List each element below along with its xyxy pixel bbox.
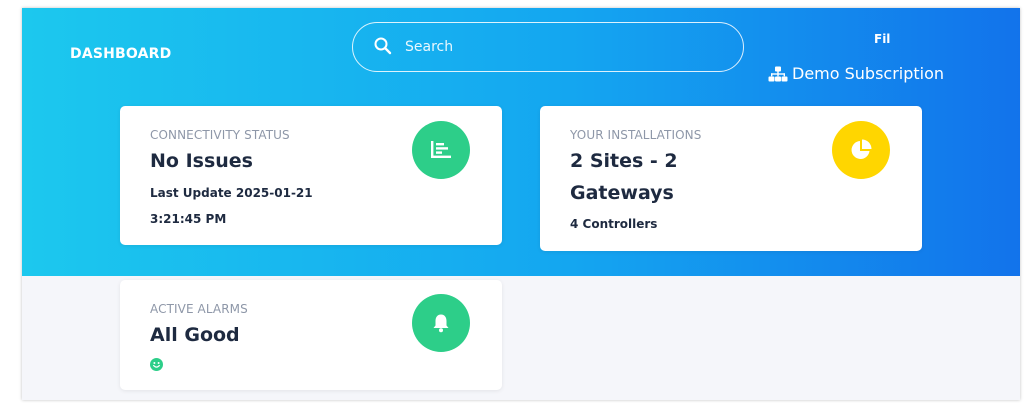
connectivity-status-card[interactable]: CONNECTIVITY STATUS No Issues Last Updat…	[120, 106, 502, 245]
subscription-selector[interactable]: Demo Subscription	[768, 64, 944, 83]
search-box[interactable]	[352, 22, 744, 72]
card-label: ACTIVE ALARMS	[150, 302, 248, 316]
sitemap-icon	[768, 66, 788, 81]
alarms-icon-badge	[412, 294, 470, 352]
installations-icon-badge	[832, 121, 890, 179]
card-label: YOUR INSTALLATIONS	[570, 128, 702, 142]
installations-card[interactable]: YOUR INSTALLATIONS 2 Sites - 2 Gateways …	[540, 106, 922, 251]
card-value: All Good	[150, 324, 240, 346]
search-icon	[374, 37, 392, 55]
card-value: Gateways	[570, 182, 674, 204]
active-alarms-card[interactable]: ACTIVE ALARMS All Good	[120, 280, 502, 390]
bar-chart-icon	[431, 141, 451, 158]
card-label: CONNECTIVITY STATUS	[150, 128, 290, 142]
app-frame: DASHBOARD Fil Demo Subscription CONNECTI…	[22, 8, 1020, 400]
subscription-label: Demo Subscription	[792, 64, 945, 83]
user-name[interactable]: Fil	[874, 32, 890, 46]
connectivity-icon-badge	[412, 121, 470, 179]
smile-icon	[150, 358, 163, 371]
card-subtext: Last Update 2025-01-21	[150, 186, 313, 200]
card-value: 2 Sites - 2	[570, 150, 678, 172]
card-subtext: 3:21:45 PM	[150, 212, 227, 226]
card-subtext: 4 Controllers	[570, 217, 658, 231]
page-title: DASHBOARD	[70, 46, 172, 62]
search-input[interactable]	[405, 33, 725, 61]
bell-icon	[433, 314, 449, 333]
card-value: No Issues	[150, 150, 253, 172]
pie-chart-icon	[851, 139, 872, 159]
